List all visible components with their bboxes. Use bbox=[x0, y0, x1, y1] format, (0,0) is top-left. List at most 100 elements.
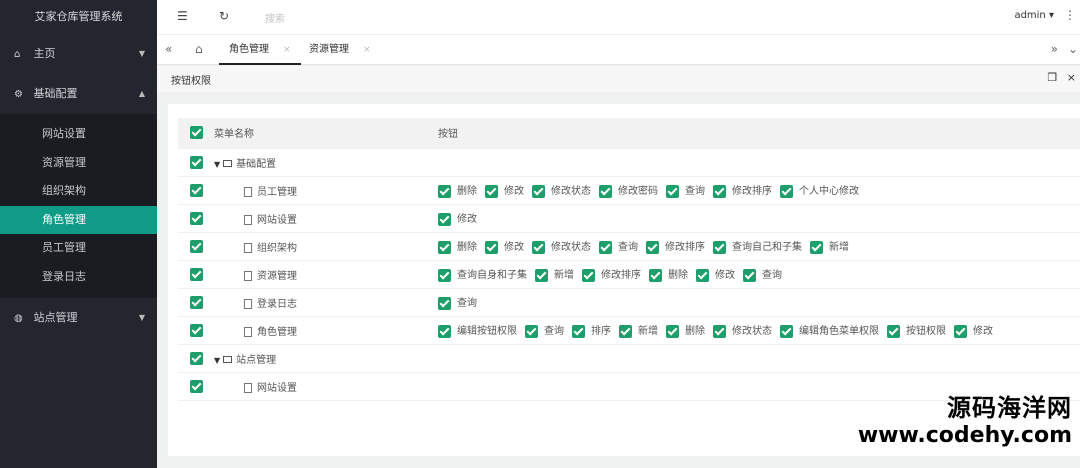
permission-option[interactable]: 新增 bbox=[619, 322, 658, 338]
tab-resources[interactable]: 资源管理 × bbox=[299, 35, 381, 65]
permission-checkbox[interactable] bbox=[525, 324, 538, 338]
permission-checkbox[interactable] bbox=[599, 184, 612, 198]
tab-roles[interactable]: 角色管理 × bbox=[219, 35, 301, 65]
row-checkbox[interactable] bbox=[190, 323, 203, 337]
permission-checkbox[interactable] bbox=[438, 212, 451, 226]
row-checkbox[interactable] bbox=[190, 155, 203, 169]
maximize-icon[interactable]: ❐ bbox=[1047, 71, 1057, 84]
tabs-scroll-left-icon[interactable]: « bbox=[165, 42, 172, 56]
permission-checkbox[interactable] bbox=[743, 268, 756, 282]
close-icon[interactable]: × bbox=[1067, 71, 1076, 84]
sidebar-item-basic-config[interactable]: ⚙ 基础配置 ▲ bbox=[0, 74, 157, 114]
permission-checkbox[interactable] bbox=[438, 324, 451, 338]
permission-option[interactable]: 修改 bbox=[696, 266, 735, 282]
row-checkbox[interactable] bbox=[190, 351, 203, 365]
close-icon[interactable]: × bbox=[283, 45, 291, 55]
permission-option[interactable]: 查询自身和子集 bbox=[438, 266, 527, 282]
row-checkbox[interactable] bbox=[190, 379, 203, 393]
search-input[interactable]: 搜索 bbox=[265, 10, 285, 25]
permission-option[interactable]: 修改状态 bbox=[532, 182, 591, 198]
sidebar-item-login-log[interactable]: 登录日志 bbox=[0, 263, 157, 292]
permission-checkbox[interactable] bbox=[887, 324, 900, 338]
permission-option[interactable]: 查询 bbox=[743, 266, 782, 282]
row-checkbox[interactable] bbox=[190, 211, 203, 225]
permission-checkbox[interactable] bbox=[649, 268, 662, 282]
row-checkbox[interactable] bbox=[190, 183, 203, 197]
permission-option[interactable]: 新增 bbox=[810, 238, 849, 254]
permission-checkbox[interactable] bbox=[535, 268, 548, 282]
permission-checkbox[interactable] bbox=[713, 324, 726, 338]
permission-option[interactable]: 新增 bbox=[535, 266, 574, 282]
permission-checkbox[interactable] bbox=[810, 240, 823, 254]
permission-option[interactable]: 个人中心修改 bbox=[780, 182, 859, 198]
row-checkbox[interactable] bbox=[190, 267, 203, 281]
expand-caret-icon[interactable]: ▼ bbox=[214, 160, 220, 169]
sidebar-item-roles[interactable]: 角色管理 bbox=[0, 205, 157, 235]
permission-checkbox[interactable] bbox=[582, 268, 595, 282]
permission-checkbox[interactable] bbox=[713, 184, 726, 198]
permission-checkbox[interactable] bbox=[438, 240, 451, 254]
sidebar-item-site-settings[interactable]: 网站设置 bbox=[0, 120, 157, 149]
permission-option[interactable]: 修改密码 bbox=[599, 182, 658, 198]
permission-option[interactable]: 删除 bbox=[438, 238, 477, 254]
sidebar-item-staff[interactable]: 员工管理 bbox=[0, 234, 157, 263]
permission-checkbox[interactable] bbox=[666, 184, 679, 198]
permission-option[interactable]: 修改排序 bbox=[713, 182, 772, 198]
tabs-scroll-right-icon[interactable]: » bbox=[1051, 42, 1058, 56]
permission-option[interactable]: 编辑按钮权限 bbox=[438, 322, 517, 338]
permission-option[interactable]: 排序 bbox=[572, 322, 611, 338]
permission-option[interactable]: 编辑角色菜单权限 bbox=[780, 322, 879, 338]
permission-checkbox[interactable] bbox=[485, 184, 498, 198]
menu-toggle-icon[interactable]: ☰ bbox=[177, 9, 188, 23]
permission-option[interactable]: 修改排序 bbox=[646, 238, 705, 254]
permission-checkbox[interactable] bbox=[619, 324, 632, 338]
sidebar-item-org[interactable]: 组织架构 bbox=[0, 177, 157, 206]
tabs-menu-icon[interactable]: ⌄ bbox=[1068, 42, 1078, 56]
expand-caret-icon[interactable]: ▼ bbox=[214, 356, 220, 365]
home-tab-icon[interactable]: ⌂ bbox=[195, 42, 203, 56]
permission-checkbox[interactable] bbox=[532, 240, 545, 254]
sidebar-item-home[interactable]: ⌂ 主页 ▼ bbox=[0, 34, 157, 74]
row-checkbox[interactable] bbox=[190, 295, 203, 309]
permission-option[interactable]: 查询 bbox=[599, 238, 638, 254]
refresh-icon[interactable]: ↻ bbox=[219, 9, 229, 23]
permission-option[interactable]: 查询 bbox=[438, 294, 477, 310]
permission-checkbox[interactable] bbox=[438, 296, 451, 310]
permission-option[interactable]: 修改 bbox=[438, 210, 477, 226]
permission-option[interactable]: 修改 bbox=[485, 182, 524, 198]
sidebar-item-resources[interactable]: 资源管理 bbox=[0, 149, 157, 178]
permission-option[interactable]: 修改排序 bbox=[582, 266, 641, 282]
permission-checkbox[interactable] bbox=[713, 240, 726, 254]
permission-checkbox[interactable] bbox=[780, 184, 793, 198]
user-menu[interactable]: admin ▾ bbox=[1014, 10, 1054, 21]
permission-option[interactable]: 修改状态 bbox=[713, 322, 772, 338]
row-checkbox[interactable] bbox=[190, 239, 203, 253]
permission-checkbox[interactable] bbox=[599, 240, 612, 254]
permission-option[interactable]: 修改 bbox=[954, 322, 993, 338]
permission-option[interactable]: 删除 bbox=[438, 182, 477, 198]
username: admin bbox=[1014, 10, 1046, 21]
permission-option[interactable]: 删除 bbox=[666, 322, 705, 338]
permission-checkbox[interactable] bbox=[646, 240, 659, 254]
permission-checkbox[interactable] bbox=[485, 240, 498, 254]
permission-option[interactable]: 修改 bbox=[485, 238, 524, 254]
sidebar-item-site-management[interactable]: ◍ 站点管理 ▼ bbox=[0, 298, 157, 338]
close-icon[interactable]: × bbox=[363, 45, 371, 55]
permission-option[interactable]: 修改状态 bbox=[532, 238, 591, 254]
permission-option[interactable]: 查询自己和子集 bbox=[713, 238, 802, 254]
permission-checkbox[interactable] bbox=[954, 324, 967, 338]
permission-checkbox[interactable] bbox=[438, 184, 451, 198]
permission-option[interactable]: 查询 bbox=[525, 322, 564, 338]
select-all-checkbox[interactable] bbox=[190, 126, 203, 140]
permission-checkbox[interactable] bbox=[532, 184, 545, 198]
permission-checkbox[interactable] bbox=[696, 268, 709, 282]
more-icon[interactable]: ⋮ bbox=[1064, 8, 1076, 22]
permission-checkbox[interactable] bbox=[666, 324, 679, 338]
permission-option[interactable]: 按钮权限 bbox=[887, 322, 946, 338]
permission-option[interactable]: 删除 bbox=[649, 266, 688, 282]
permission-option[interactable]: 查询 bbox=[666, 182, 705, 198]
permission-checkbox[interactable] bbox=[572, 324, 585, 338]
permission-checkbox[interactable] bbox=[780, 324, 793, 338]
permission-label: 编辑角色菜单权限 bbox=[799, 326, 879, 338]
permission-checkbox[interactable] bbox=[438, 268, 451, 282]
